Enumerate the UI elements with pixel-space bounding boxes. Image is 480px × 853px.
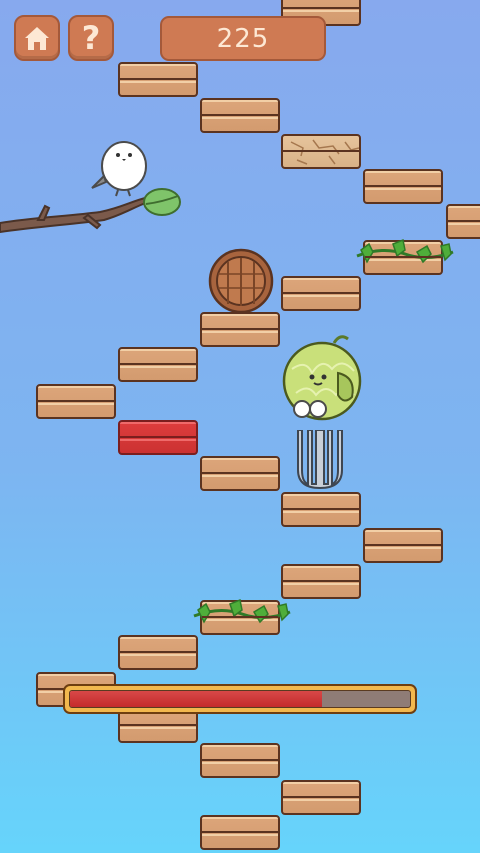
platform-vine [193, 598, 291, 635]
score-value: 225 [216, 23, 270, 54]
home-button[interactable] [14, 15, 60, 61]
platform [200, 456, 280, 491]
platform [200, 98, 280, 133]
barrel-icon [208, 248, 274, 314]
platform [446, 204, 480, 239]
platform-vine [356, 238, 454, 275]
progress-track [69, 690, 411, 708]
platform [281, 276, 361, 311]
platform [200, 743, 280, 778]
help-icon: ? [81, 19, 101, 57]
help-button[interactable]: ? [68, 15, 114, 61]
game-scene[interactable]: ? 225 [0, 0, 480, 853]
score-display: 225 [160, 16, 326, 61]
platform [118, 635, 198, 670]
platform [363, 528, 443, 563]
progress-bar [63, 684, 417, 714]
fork-icon [297, 430, 343, 490]
platform [200, 815, 280, 850]
platform-cracked [281, 134, 361, 169]
platform [281, 780, 361, 815]
platform [36, 384, 116, 419]
platform [200, 312, 280, 347]
progress-fill [70, 691, 322, 707]
platform [281, 564, 361, 599]
platform [118, 347, 198, 382]
platform [118, 62, 198, 97]
home-icon [25, 27, 49, 50]
platform [363, 169, 443, 204]
bird-icon [91, 141, 147, 197]
platform [281, 492, 361, 527]
platform-red [118, 420, 198, 455]
melon-character [282, 335, 362, 421]
